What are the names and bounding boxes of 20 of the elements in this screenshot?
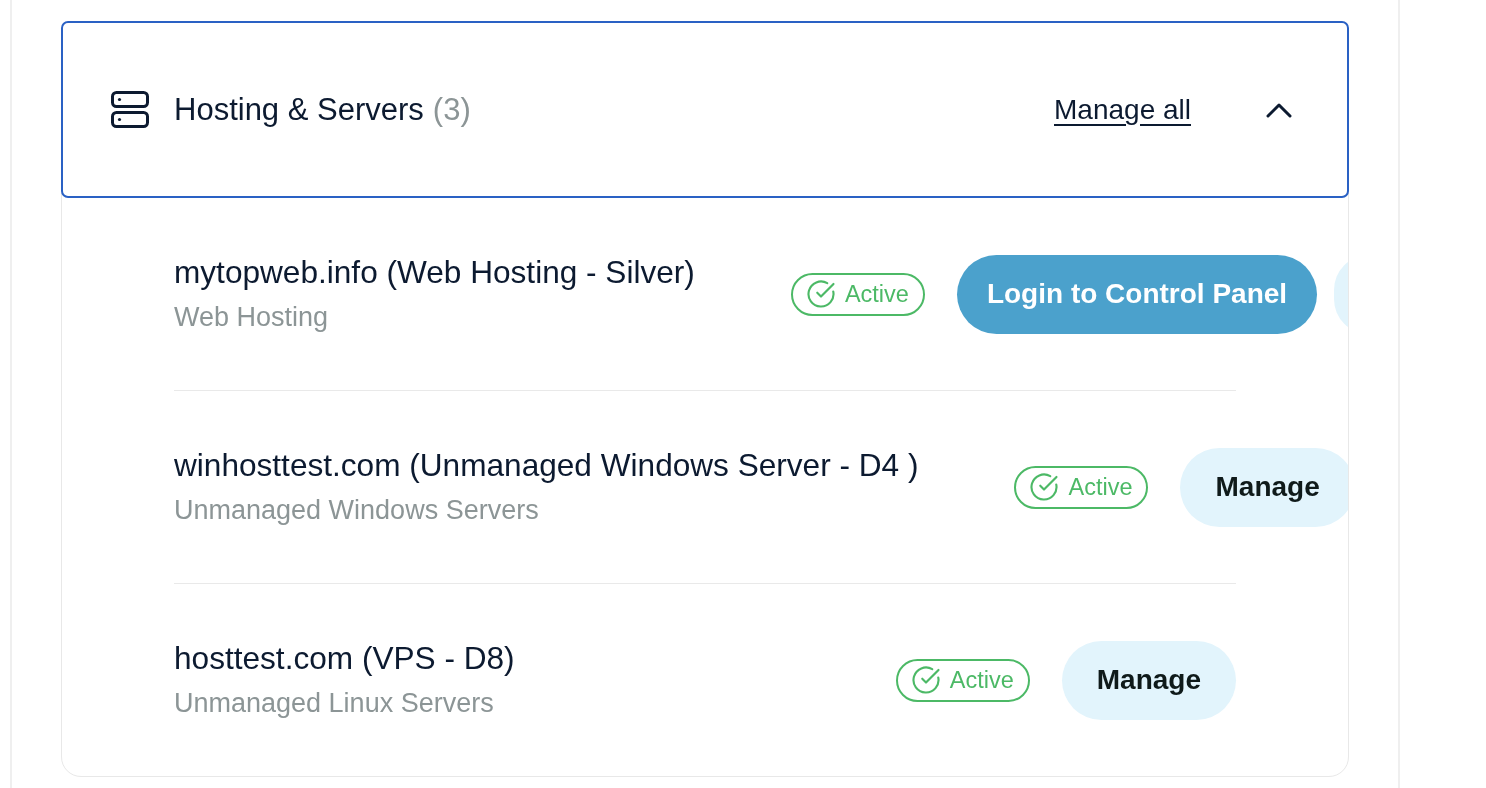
- manage-all-link[interactable]: Manage all: [1054, 89, 1191, 130]
- action-button[interactable]: Manage: [1180, 447, 1348, 527]
- check-circle-icon: [910, 665, 941, 695]
- service-name: mytopweb.info (Web Hosting - Silver): [174, 253, 695, 292]
- check-circle-icon: [805, 279, 836, 309]
- service-name: winhosttest.com (Unmanaged Windows Server - D4 ): [174, 446, 919, 485]
- item-count: (3): [432, 90, 471, 129]
- accordion-header[interactable]: Hosting & Servers (3) Manage all: [61, 21, 1349, 198]
- status-label: Active: [844, 280, 909, 308]
- service-type: Unmanaged Linux Servers: [174, 687, 495, 720]
- status-label: Active: [949, 666, 1014, 694]
- service-type: Unmanaged Windows Servers: [174, 494, 540, 527]
- chevron-icon[interactable]: [1266, 101, 1292, 118]
- service-name: hosttest.com (VPS - D8): [174, 639, 516, 678]
- check-circle-icon: [1029, 472, 1060, 502]
- server-icon: [111, 91, 149, 128]
- section-title: Hosting & Servers: [174, 90, 424, 129]
- action-button[interactable]: Manage: [1061, 640, 1236, 720]
- status-label: Active: [1068, 473, 1133, 501]
- service-type: Web Hosting: [174, 301, 330, 334]
